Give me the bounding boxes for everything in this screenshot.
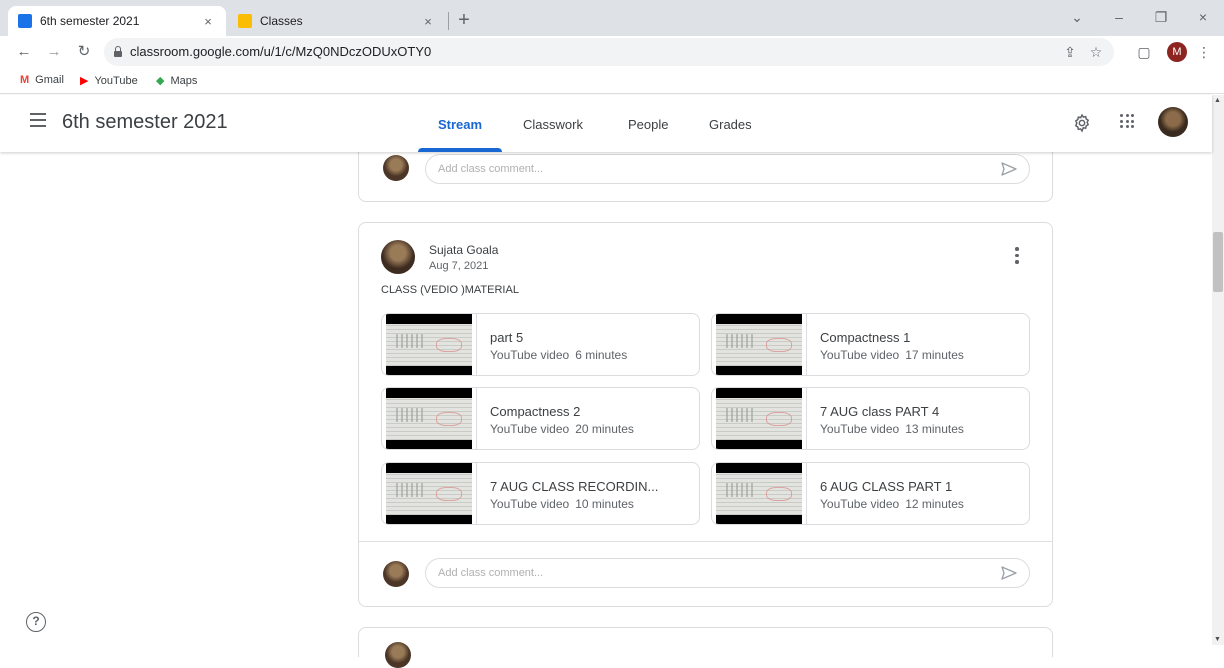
restore-button[interactable]: ❐ xyxy=(1146,6,1176,28)
classroom-header: 6th semester 2021 Stream Classwork Peopl… xyxy=(0,95,1212,152)
post-date: Aug 7, 2021 xyxy=(429,260,489,272)
classroom-favicon-icon xyxy=(18,14,32,28)
attachment-meta: YouTube video 10 minutes xyxy=(490,497,634,511)
attachment-video[interactable]: part 5 YouTube video 6 minutes xyxy=(381,313,700,376)
tab-close-icon[interactable]: × xyxy=(420,14,436,29)
browser-menu-icon[interactable]: ⋮ xyxy=(1194,42,1214,62)
gear-icon[interactable] xyxy=(1072,113,1092,133)
attachment-video[interactable]: 7 AUG CLASS RECORDIN... YouTube video 10 … xyxy=(381,462,700,525)
attachment-meta: YouTube video 13 minutes xyxy=(820,422,964,436)
side-panel-icon[interactable]: ▢ xyxy=(1134,42,1154,62)
attachment-title: 6 AUG CLASS PART 1 xyxy=(820,479,953,494)
post-text: CLASS (VEDIO )MATERIAL xyxy=(381,284,519,296)
reload-button[interactable]: ↻ xyxy=(74,42,94,62)
account-avatar[interactable] xyxy=(1158,107,1188,137)
tab-classwork[interactable]: Classwork xyxy=(523,117,583,132)
back-button[interactable]: ← xyxy=(14,42,34,62)
attachment-video[interactable]: 6 AUG CLASS PART 1 YouTube video 12 minut… xyxy=(711,462,1030,525)
bookmark-maps[interactable]: ◆ Maps xyxy=(156,74,198,88)
active-tab-indicator xyxy=(418,148,502,152)
classroom-favicon-icon xyxy=(238,14,252,28)
attachment-video[interactable]: Compactness 2 YouTube video 20 minutes xyxy=(381,387,700,450)
tab-grades[interactable]: Grades xyxy=(709,117,752,132)
attachment-video[interactable]: 7 AUG class PART 4 YouTube video 13 minut… xyxy=(711,387,1030,450)
send-icon[interactable] xyxy=(1001,566,1017,580)
google-apps-icon[interactable] xyxy=(1120,114,1134,128)
bookmark-star-icon[interactable]: ☆ xyxy=(1086,42,1106,62)
bookmark-label: YouTube xyxy=(94,74,138,87)
attachment-meta: YouTube video 17 minutes xyxy=(820,348,964,362)
more-options-icon[interactable] xyxy=(1015,247,1019,265)
tab-close-icon[interactable]: × xyxy=(200,14,216,29)
help-icon[interactable]: ? xyxy=(26,612,46,632)
scroll-up-arrow-icon[interactable]: ▲ xyxy=(1214,97,1221,104)
attachment-title: 7 AUG class PART 4 xyxy=(820,404,940,419)
attachment-title: part 5 xyxy=(490,330,524,345)
youtube-icon: ▶ xyxy=(80,75,89,87)
browser-tab-classes[interactable]: Classes × xyxy=(228,6,446,36)
poster-avatar xyxy=(381,240,415,274)
video-thumbnail xyxy=(716,314,802,375)
url-text: classroom.google.com/u/1/c/MzQ0NDczODUxO… xyxy=(130,44,432,59)
page-scrollbar[interactable] xyxy=(1212,95,1224,645)
window-close-button[interactable]: × xyxy=(1188,6,1218,28)
class-comment-input[interactable]: Add class comment... xyxy=(425,154,1030,184)
browser-tab-6th-semester[interactable]: 6th semester 2021 × xyxy=(8,6,226,36)
new-tab-button[interactable]: + xyxy=(452,8,476,32)
browser-tab-strip: 6th semester 2021 × Classes × + ⌄ – ❐ × xyxy=(0,0,1224,36)
video-thumbnail xyxy=(716,463,802,524)
minimize-button[interactable]: – xyxy=(1104,6,1134,28)
share-icon[interactable]: ⇪ xyxy=(1060,42,1080,62)
maps-icon: ◆ xyxy=(156,75,165,87)
commenter-avatar xyxy=(383,561,409,587)
send-icon[interactable] xyxy=(1001,162,1017,176)
tab-title: 6th semester 2021 xyxy=(40,14,140,28)
tab-stream[interactable]: Stream xyxy=(438,117,482,132)
forward-button[interactable]: → xyxy=(44,42,64,62)
gmail-icon: M xyxy=(20,74,30,86)
attachment-title: Compactness 1 xyxy=(820,330,911,345)
bookmark-label: Maps xyxy=(170,74,198,87)
poster-avatar xyxy=(385,642,411,668)
stream-post-card: Sujata Goala Aug 7, 2021 CLASS (VEDIO )M… xyxy=(358,222,1053,607)
attachment-meta: YouTube video 20 minutes xyxy=(490,422,634,436)
main-menu-icon[interactable] xyxy=(30,113,46,127)
tab-title: Classes xyxy=(260,14,303,28)
video-thumbnail xyxy=(716,388,802,449)
bookmark-gmail[interactable]: M Gmail xyxy=(20,74,64,86)
tab-people[interactable]: People xyxy=(628,117,668,132)
video-thumbnail xyxy=(386,463,472,524)
post-author: Sujata Goala xyxy=(429,243,499,257)
address-bar[interactable]: classroom.google.com/u/1/c/MzQ0NDczODUxO… xyxy=(104,38,1114,66)
bookmarks-bar: M Gmail ▶ YouTube ◆ Maps xyxy=(0,68,1224,94)
browser-toolbar: ← → ↻ classroom.google.com/u/1/c/MzQ0NDc… xyxy=(0,36,1224,68)
attachment-meta: YouTube video 6 minutes xyxy=(490,348,628,362)
class-title[interactable]: 6th semester 2021 xyxy=(62,111,228,134)
browser-profile-avatar[interactable]: M xyxy=(1167,42,1187,62)
commenter-avatar xyxy=(383,155,409,181)
attachment-title: 7 AUG CLASS RECORDIN... xyxy=(490,479,659,494)
attachment-meta: YouTube video 12 minutes xyxy=(820,497,964,511)
scroll-down-arrow-icon[interactable]: ▼ xyxy=(1214,636,1221,643)
attachment-video[interactable]: Compactness 1 YouTube video 17 minutes xyxy=(711,313,1030,376)
tab-search-chevron-icon[interactable]: ⌄ xyxy=(1062,6,1092,28)
class-comment-input[interactable]: Add class comment... xyxy=(425,558,1030,588)
lock-icon xyxy=(114,46,122,57)
tab-separator xyxy=(448,12,449,30)
card-divider xyxy=(359,541,1052,542)
scrollbar-thumb[interactable] xyxy=(1213,232,1223,292)
bookmark-youtube[interactable]: ▶ YouTube xyxy=(80,74,138,88)
video-thumbnail xyxy=(386,314,472,375)
bookmark-label: Gmail xyxy=(35,74,64,86)
next-post-card xyxy=(358,627,1053,668)
attachment-title: Compactness 2 xyxy=(490,404,581,419)
video-thumbnail xyxy=(386,388,472,449)
